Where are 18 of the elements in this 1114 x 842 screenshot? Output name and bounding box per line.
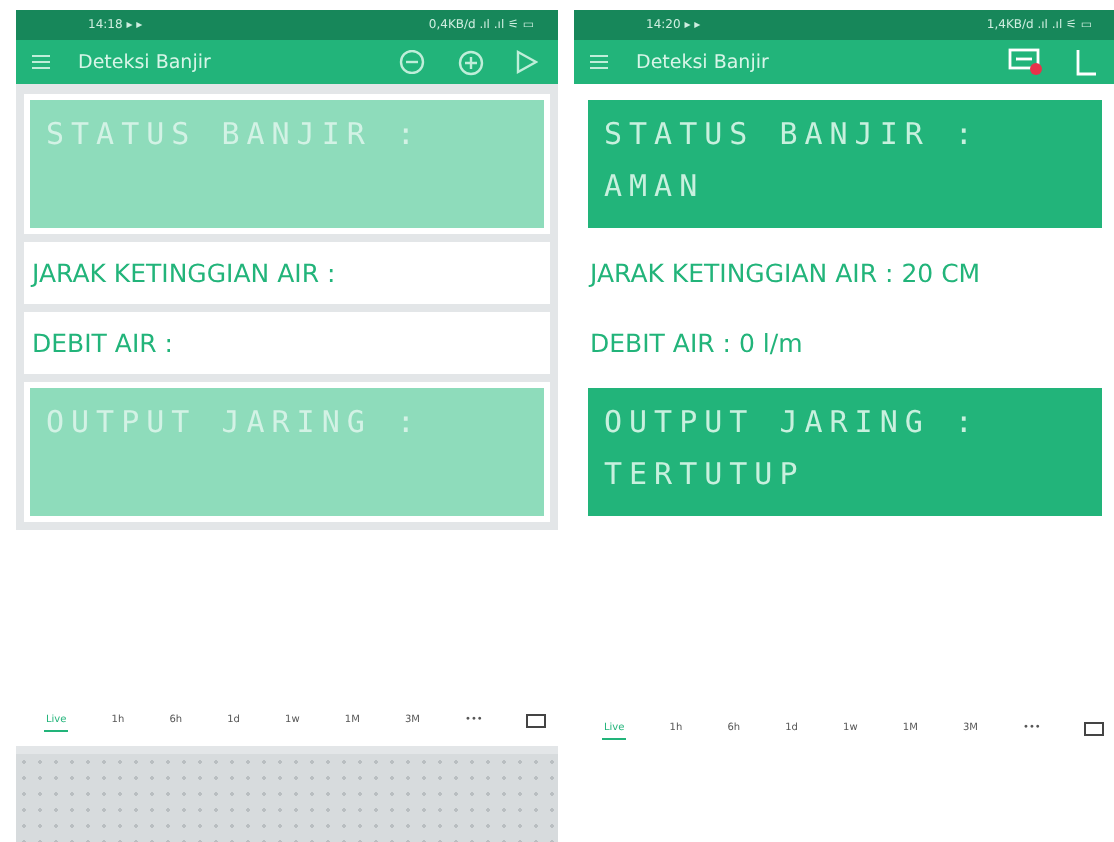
device-icon[interactable] — [1008, 48, 1044, 76]
play-icon[interactable] — [516, 50, 538, 74]
lcd-text: OUTPUT JARING : — [46, 404, 424, 440]
lcd-text: TERTUTUP — [604, 456, 807, 492]
fullscreen-icon[interactable] — [525, 713, 546, 727]
lcd-text: AMAN — [604, 168, 707, 204]
value-label: JARAK KETINGGIAN AIR : — [24, 242, 550, 304]
lcd-text: OUTPUT JARING : — [604, 404, 982, 440]
fullscreen-icon[interactable] — [1083, 721, 1104, 735]
menu-icon[interactable] — [32, 54, 50, 70]
frame-icon[interactable] — [1076, 49, 1096, 75]
lcd-text: STATUS BANJIR : — [604, 116, 982, 152]
menu-icon[interactable] — [590, 54, 608, 70]
value-label: DEBIT AIR : — [24, 312, 550, 374]
lcd-text: STATUS BANJIR : — [46, 116, 424, 152]
add-icon[interactable] — [458, 49, 484, 75]
app-title: Deteksi Banjir — [636, 51, 771, 73]
app-title: Deteksi Banjir — [78, 51, 213, 73]
